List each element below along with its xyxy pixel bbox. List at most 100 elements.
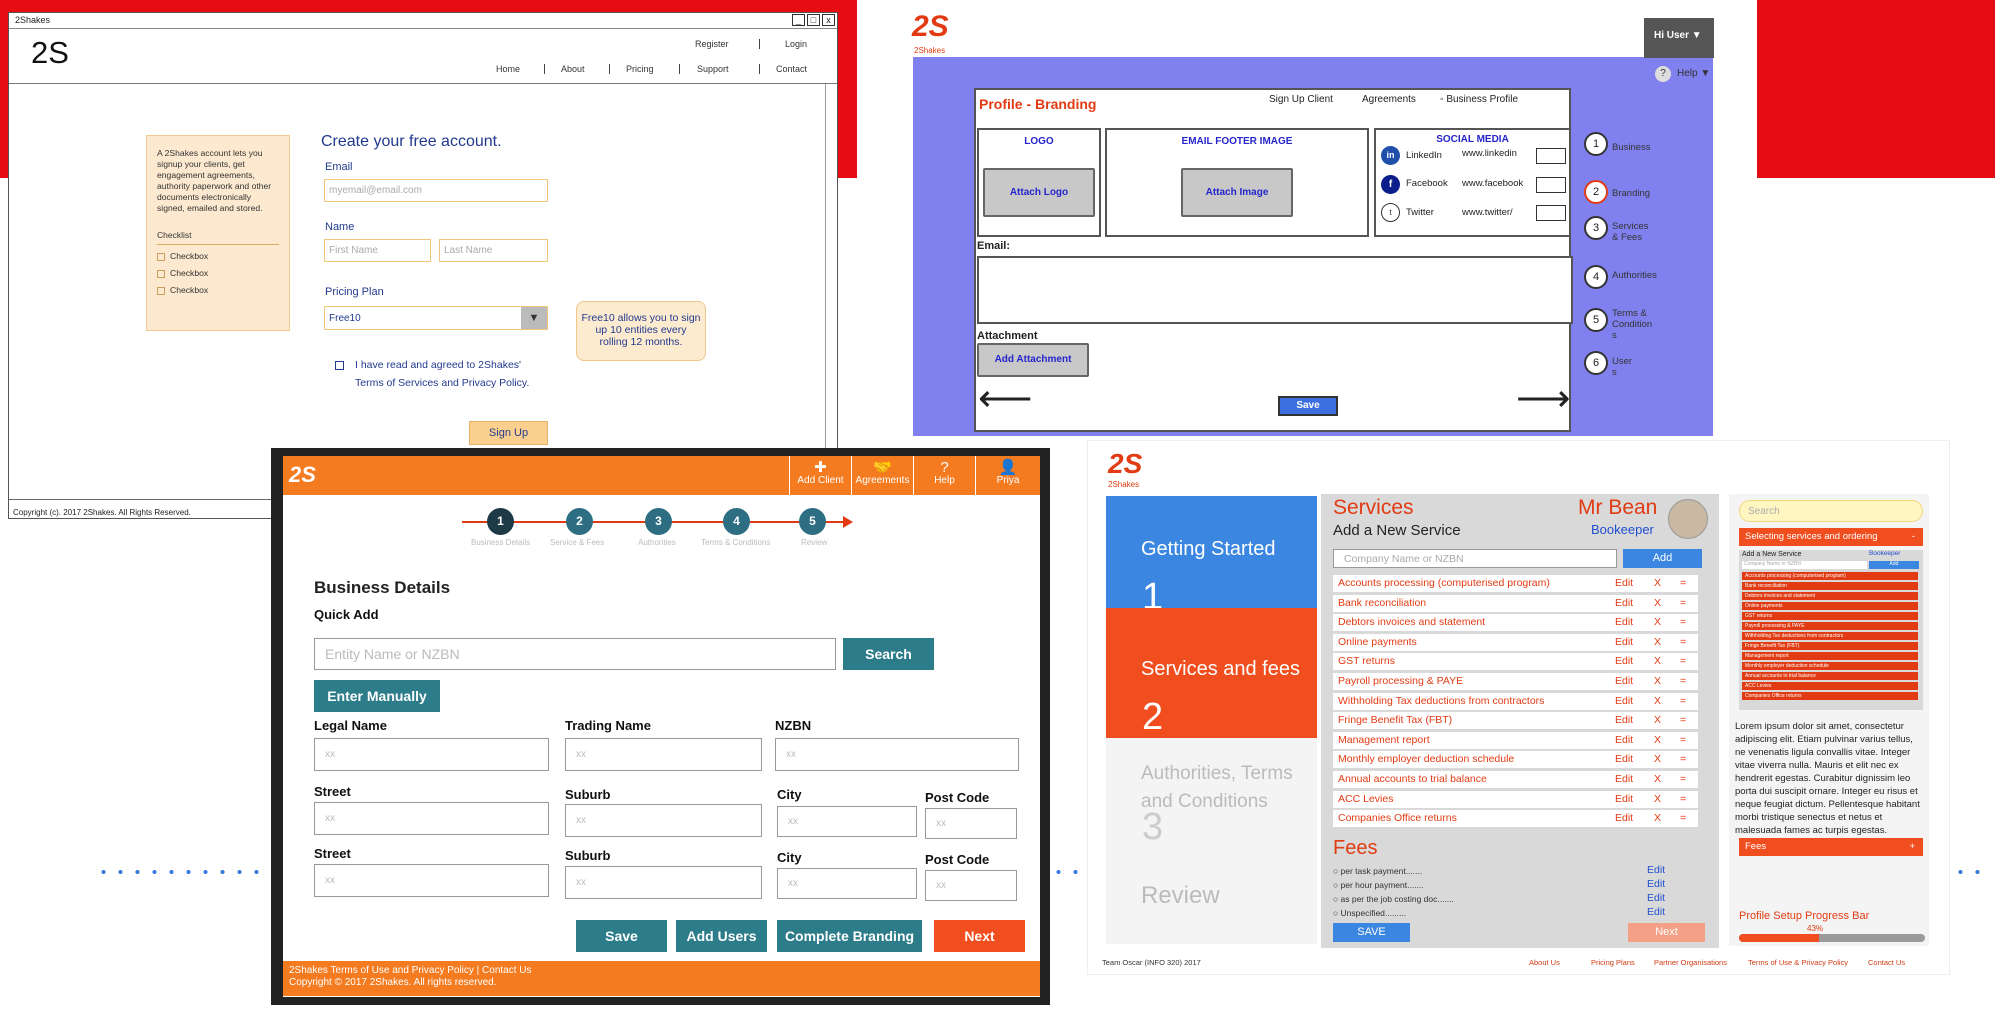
- nav-contact[interactable]: Contact: [776, 64, 807, 74]
- register-link[interactable]: Register: [695, 39, 729, 49]
- entity-search-input[interactable]: Entity Name or NZBN: [314, 638, 836, 670]
- next-button[interactable]: Next: [1628, 923, 1705, 942]
- tab-agreements[interactable]: Agreements: [1362, 94, 1416, 105]
- fees-accordion[interactable]: Fees +: [1739, 838, 1923, 856]
- edit-link[interactable]: Edit: [1615, 575, 1633, 592]
- drag-handle-icon[interactable]: =: [1680, 575, 1686, 592]
- radio-icon[interactable]: ○: [1333, 866, 1341, 876]
- sidebar-item-review[interactable]: Review: [1106, 882, 1317, 932]
- step-6-icon[interactable]: 6: [1584, 351, 1608, 375]
- delete-icon[interactable]: X: [1654, 791, 1661, 808]
- nav-pricing[interactable]: Pricing: [626, 64, 654, 74]
- drag-handle-icon[interactable]: =: [1680, 653, 1686, 670]
- next-arrow-icon[interactable]: ⟶: [1516, 380, 1570, 418]
- add-button[interactable]: Add: [1623, 549, 1702, 568]
- save-button[interactable]: Save: [1278, 396, 1338, 416]
- first-name-field[interactable]: First Name: [324, 239, 431, 262]
- drag-handle-icon[interactable]: =: [1680, 595, 1686, 612]
- drag-handle-icon[interactable]: =: [1680, 771, 1686, 788]
- help-icon[interactable]: ?: [1655, 66, 1671, 82]
- footer-about[interactable]: About Us: [1529, 958, 1560, 967]
- minimize-icon[interactable]: _: [792, 14, 805, 26]
- edit-link[interactable]: Edit: [1615, 810, 1633, 827]
- drag-handle-icon[interactable]: =: [1680, 614, 1686, 631]
- nav-support[interactable]: Support: [697, 64, 729, 74]
- linkedin-input[interactable]: [1536, 148, 1566, 164]
- delete-icon[interactable]: X: [1654, 771, 1661, 788]
- fee-option[interactable]: ○ per task payment.......: [1333, 866, 1422, 876]
- drag-handle-icon[interactable]: =: [1680, 732, 1686, 749]
- agreements-button[interactable]: 🤝 Agreements: [851, 456, 913, 495]
- add-users-button[interactable]: Add Users: [676, 920, 767, 952]
- save-button[interactable]: SAVE: [1333, 923, 1410, 942]
- progress-step-3[interactable]: 3: [645, 508, 672, 535]
- edit-link[interactable]: Edit: [1615, 712, 1633, 729]
- fee-edit-link[interactable]: Edit: [1647, 906, 1665, 918]
- sign-up-button[interactable]: Sign Up: [469, 421, 548, 445]
- step-2-icon[interactable]: 2: [1584, 180, 1608, 204]
- logo[interactable]: 2S: [1108, 449, 1142, 479]
- nav-home[interactable]: Home: [496, 64, 520, 74]
- city-field-2[interactable]: xx: [777, 868, 917, 899]
- fee-option[interactable]: ○ Unspecified.........: [1333, 908, 1406, 918]
- street-field-2[interactable]: xx: [314, 864, 549, 897]
- delete-icon[interactable]: X: [1654, 634, 1661, 651]
- checklist-item[interactable]: Checkbox: [157, 268, 279, 279]
- scrollbar[interactable]: [825, 84, 837, 499]
- avatar[interactable]: [1668, 499, 1708, 539]
- footer-pricing[interactable]: Pricing Plans: [1591, 958, 1635, 967]
- selecting-services-header[interactable]: Selecting services and ordering -: [1739, 528, 1923, 546]
- fee-edit-link[interactable]: Edit: [1647, 878, 1665, 890]
- tab-sign-up-client[interactable]: Sign Up Client: [1269, 94, 1333, 105]
- edit-link[interactable]: Edit: [1615, 614, 1633, 631]
- enter-manually-button[interactable]: Enter Manually: [314, 680, 440, 712]
- drag-handle-icon[interactable]: =: [1680, 693, 1686, 710]
- sidebar-item-getting-started[interactable]: Getting Started: [1106, 496, 1317, 608]
- step-3-icon[interactable]: 3: [1584, 216, 1608, 240]
- sidebar-item-authorities[interactable]: Authorities, Terms and Conditions: [1106, 752, 1317, 838]
- last-name-field[interactable]: Last Name: [439, 239, 548, 262]
- radio-icon[interactable]: ○: [1333, 894, 1341, 904]
- delete-icon[interactable]: X: [1654, 810, 1661, 827]
- checkbox-icon[interactable]: [157, 286, 165, 295]
- profile-button[interactable]: 👤 Priya: [975, 456, 1040, 495]
- help-button[interactable]: ? Help: [913, 456, 975, 495]
- drag-handle-icon[interactable]: =: [1680, 791, 1686, 808]
- legal-name-field[interactable]: xx: [314, 738, 549, 771]
- footer-links[interactable]: 2Shakes Terms of Use and Privacy Policy …: [289, 965, 1034, 977]
- progress-step-5[interactable]: 5: [799, 508, 826, 535]
- delete-icon[interactable]: X: [1654, 653, 1661, 670]
- drag-handle-icon[interactable]: =: [1680, 751, 1686, 768]
- delete-icon[interactable]: X: [1654, 693, 1661, 710]
- pricing-plan-select[interactable]: Free10 ▼: [324, 306, 548, 330]
- add-client-button[interactable]: ✚ Add Client: [789, 456, 851, 495]
- delete-icon[interactable]: X: [1654, 732, 1661, 749]
- edit-link[interactable]: Edit: [1615, 693, 1633, 710]
- delete-icon[interactable]: X: [1654, 712, 1661, 729]
- radio-icon[interactable]: ○: [1333, 908, 1341, 918]
- maximize-icon[interactable]: □: [807, 14, 820, 26]
- step-4-icon[interactable]: 4: [1584, 265, 1608, 289]
- nzbn-field[interactable]: xx: [775, 738, 1019, 771]
- checklist-item[interactable]: Checkbox: [157, 251, 279, 262]
- edit-link[interactable]: Edit: [1615, 771, 1633, 788]
- user-menu[interactable]: Hi User ▼: [1644, 18, 1714, 58]
- edit-link[interactable]: Edit: [1615, 595, 1633, 612]
- fee-option[interactable]: ○ per hour payment.......: [1333, 880, 1424, 890]
- delete-icon[interactable]: X: [1654, 751, 1661, 768]
- suburb-field-2[interactable]: xx: [565, 866, 762, 899]
- attach-image-button[interactable]: Attach Image: [1181, 168, 1293, 217]
- radio-icon[interactable]: ○: [1333, 880, 1341, 890]
- delete-icon[interactable]: X: [1654, 595, 1661, 612]
- city-field[interactable]: xx: [777, 806, 917, 837]
- footer-terms[interactable]: Terms of Use & Privacy Policy: [1748, 958, 1848, 967]
- search-button[interactable]: Search: [843, 638, 934, 670]
- agree-text-line2[interactable]: Terms of Services and Privacy Policy.: [355, 377, 529, 389]
- attach-logo-button[interactable]: Attach Logo: [983, 168, 1095, 217]
- edit-link[interactable]: Edit: [1615, 791, 1633, 808]
- fee-option[interactable]: ○ as per the job costing doc.......: [1333, 894, 1454, 904]
- edit-link[interactable]: Edit: [1615, 634, 1633, 651]
- progress-step-1[interactable]: 1: [487, 508, 514, 535]
- email-field[interactable]: myemail@email.com: [324, 179, 548, 202]
- search-input[interactable]: Search: [1739, 500, 1923, 522]
